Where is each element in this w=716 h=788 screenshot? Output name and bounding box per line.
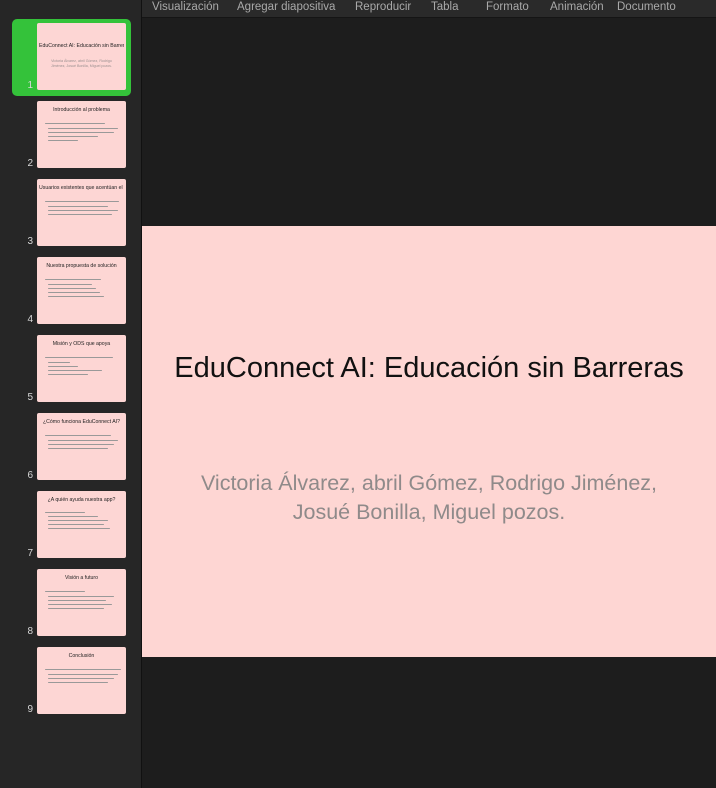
- thumbnail-title: Usuarios existentes que acentúan el prob…: [39, 185, 124, 191]
- slide-thumbnail-6[interactable]: ¿Cómo funciona EduConnect AI?: [37, 413, 126, 480]
- slide-thumbnail-8[interactable]: Visión a futuro: [37, 569, 126, 636]
- thumbnail-text-line: [48, 674, 118, 676]
- thumbnail-text-line: [45, 512, 85, 514]
- slide-thumbnail-1[interactable]: EduConnect AI: Educación sin Barreras Vi…: [37, 23, 126, 90]
- thumbnail-text-line: [48, 210, 118, 212]
- menu-visualizacion[interactable]: Visualización: [152, 1, 219, 13]
- slide-number: 3: [27, 236, 33, 247]
- thumbnail-text-line: [48, 444, 114, 446]
- thumbnail-text-line: [45, 201, 119, 203]
- thumbnail-title: Introducción al problema: [53, 107, 110, 113]
- slide-number: 8: [27, 626, 33, 637]
- slide-thumbnail-2[interactable]: Introducción al problema: [37, 101, 126, 168]
- thumbnail-text-line: [45, 123, 105, 125]
- thumbnail-title: ¿A quién ayuda nuestra app?: [47, 497, 116, 503]
- slide-thumbnail-7[interactable]: ¿A quién ayuda nuestra app?: [37, 491, 126, 558]
- thumbnail-text-line: [48, 682, 108, 684]
- thumbnail-text-line: [48, 520, 108, 522]
- slide-number: 1: [27, 80, 33, 91]
- thumbnail-text-line: [48, 448, 108, 450]
- toolbar: Visualización Agregar diapositiva Reprod…: [142, 0, 716, 18]
- menu-animacion[interactable]: Animación: [550, 1, 604, 13]
- thumbnail-text-line: [48, 608, 104, 610]
- thumbnail-text-line: [48, 128, 118, 130]
- thumbnail-text-line: [45, 591, 85, 593]
- thumbnail-title: Nuestra propuesta de solución: [46, 263, 117, 269]
- thumbnail-text-line: [48, 528, 110, 530]
- menu-tabla[interactable]: Tabla: [431, 1, 459, 13]
- current-slide[interactable]: EduConnect AI: Educación sin Barreras Vi…: [142, 226, 716, 657]
- menu-agregar-diapositiva[interactable]: Agregar diapositiva: [237, 1, 335, 13]
- slide-number: 4: [27, 314, 33, 325]
- thumbnail-text-line: [45, 357, 113, 359]
- thumbnail-text-line: [48, 284, 92, 286]
- menu-formato[interactable]: Formato: [486, 1, 529, 13]
- thumbnail-text-line: [48, 596, 114, 598]
- slide-number: 7: [27, 548, 33, 559]
- thumbnail-subtitle: Victoria Álvarez, abril Gómez, Rodrigo J…: [51, 59, 112, 68]
- thumbnail-text-line: [48, 206, 108, 208]
- thumbnail-text-line: [48, 362, 70, 364]
- slide-number: 6: [27, 470, 33, 481]
- slide-number: 9: [27, 704, 33, 715]
- thumbnail-text-line: [48, 288, 96, 290]
- thumbnail-title: Misión y ODS que apoya: [52, 341, 111, 347]
- thumbnail-text-line: [48, 604, 112, 606]
- menu-documento[interactable]: Documento: [617, 1, 676, 13]
- thumbnail-text-line: [48, 516, 98, 518]
- thumbnail-title: Conclusión: [68, 653, 95, 659]
- thumbnail-title: ¿Cómo funciona EduConnect AI?: [43, 419, 120, 425]
- slide-title[interactable]: EduConnect AI: Educación sin Barreras: [142, 352, 716, 385]
- slide-number: 2: [27, 158, 33, 169]
- slide-thumbnail-4[interactable]: Nuestra propuesta de solución: [37, 257, 126, 324]
- slide-number: 5: [27, 392, 33, 403]
- thumbnail-title: Visión a futuro: [64, 575, 99, 581]
- thumbnail-text-line: [45, 435, 111, 437]
- thumbnail-text-line: [48, 678, 114, 680]
- slide-thumbnail-3[interactable]: Usuarios existentes que acentúan el prob…: [37, 179, 126, 246]
- thumbnail-text-line: [48, 132, 114, 134]
- thumbnail-text-line: [48, 524, 104, 526]
- thumbnail-text-line: [45, 279, 101, 281]
- thumbnail-text-line: [48, 374, 88, 376]
- slide-subtitle[interactable]: Victoria Álvarez, abril Gómez, Rodrigo J…: [182, 469, 676, 527]
- slide-thumbnail-5[interactable]: Misión y ODS que apoya: [37, 335, 126, 402]
- slide-navigator[interactable]: 1 EduConnect AI: Educación sin Barreras …: [0, 0, 142, 788]
- thumbnail-text-line: [48, 136, 98, 138]
- thumbnail-text-line: [45, 669, 121, 671]
- thumbnail-title: EduConnect AI: Educación sin Barreras: [39, 43, 124, 49]
- menu-reproducir[interactable]: Reproducir: [355, 1, 411, 13]
- thumbnail-text-line: [48, 370, 102, 372]
- thumbnail-text-line: [48, 600, 106, 602]
- thumbnail-text-line: [48, 292, 100, 294]
- thumbnail-text-line: [48, 140, 78, 142]
- thumbnail-text-line: [48, 296, 104, 298]
- thumbnail-text-line: [48, 366, 78, 368]
- slide-thumbnail-9[interactable]: Conclusión: [37, 647, 126, 714]
- thumbnail-text-line: [48, 214, 112, 216]
- thumbnail-text-line: [48, 440, 118, 442]
